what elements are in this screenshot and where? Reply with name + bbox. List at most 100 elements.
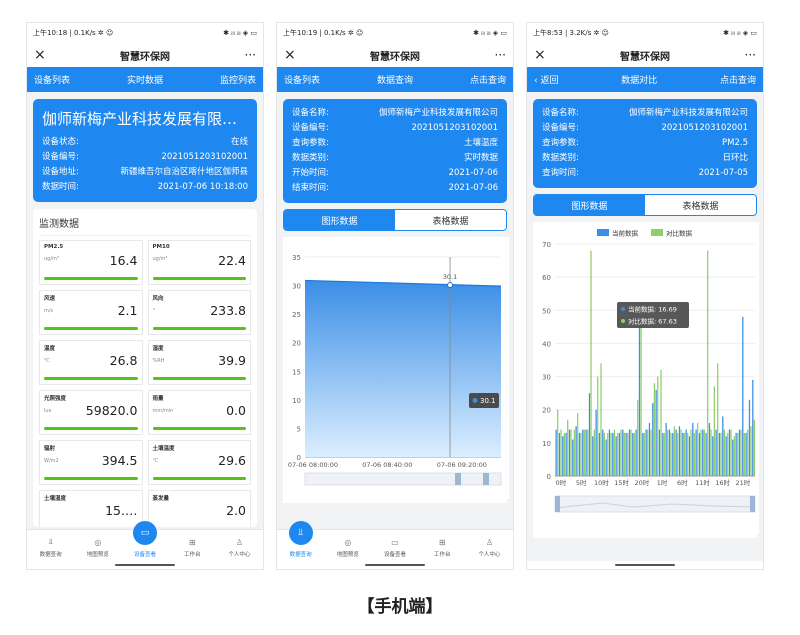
sensor-tile[interactable]: 土壤温度 ℃ 29.6: [147, 440, 251, 485]
bar-current[interactable]: [662, 432, 664, 476]
bar-current[interactable]: [695, 429, 697, 476]
bar-current[interactable]: [592, 436, 594, 476]
bar-current[interactable]: [748, 399, 751, 476]
bar-current[interactable]: [588, 393, 591, 476]
bar-compare[interactable]: [643, 432, 645, 476]
bar-compare[interactable]: [627, 432, 629, 476]
bar-current[interactable]: [735, 432, 737, 476]
click-query-link[interactable]: 点击查询: [720, 73, 756, 86]
bar-current[interactable]: [635, 429, 637, 476]
bar-compare[interactable]: [573, 429, 575, 476]
bar-compare[interactable]: [567, 419, 569, 476]
bar-compare[interactable]: [697, 422, 699, 476]
bar-current[interactable]: [648, 422, 651, 476]
bar-current[interactable]: [685, 429, 687, 476]
more-icon[interactable]: ···: [486, 48, 506, 62]
bar-current[interactable]: [612, 432, 614, 476]
bar-compare[interactable]: [677, 432, 679, 476]
sensor-tile[interactable]: PM10 ug/m³ 22.4: [147, 240, 251, 285]
sensor-tile[interactable]: 辐射 W/m2 394.5: [39, 440, 143, 485]
bar-current[interactable]: [625, 432, 627, 476]
nav-item[interactable]: ▭ 设备查看: [371, 530, 418, 561]
zoom-handle[interactable]: [750, 496, 755, 512]
bar-current[interactable]: [572, 439, 574, 476]
bar-compare[interactable]: [683, 432, 685, 476]
bar-current[interactable]: [678, 426, 681, 476]
bar-compare[interactable]: [560, 429, 562, 476]
bar-compare[interactable]: [703, 429, 705, 476]
bar-compare[interactable]: [617, 432, 619, 476]
bar-compare[interactable]: [720, 432, 722, 476]
sensor-tile[interactable]: 土壤湿度 15.…: [39, 490, 143, 527]
bar-compare[interactable]: [727, 432, 729, 476]
bar-compare[interactable]: [737, 432, 739, 476]
device-list-link[interactable]: 设备列表: [34, 73, 70, 86]
zoom-handle[interactable]: [555, 496, 560, 512]
bar-compare[interactable]: [673, 426, 675, 476]
close-icon[interactable]: ×: [284, 47, 304, 63]
data-zoom-slider[interactable]: [304, 472, 502, 486]
bar-current[interactable]: [688, 436, 691, 476]
nav-item[interactable]: ♙ 个人中心: [216, 530, 263, 561]
bar-compare[interactable]: [680, 429, 682, 476]
bar-compare[interactable]: [583, 429, 585, 476]
tab-chart-data[interactable]: 图形数据: [284, 210, 395, 230]
back-link[interactable]: ‹ 返回: [534, 73, 558, 86]
tab-table-data[interactable]: 表格数据: [645, 195, 756, 215]
bar-compare[interactable]: [713, 386, 715, 476]
bar-current[interactable]: [715, 429, 717, 476]
bar-compare[interactable]: [653, 383, 655, 476]
bar-compare[interactable]: [600, 363, 602, 476]
bar-current[interactable]: [728, 429, 731, 476]
bar-current[interactable]: [668, 429, 671, 476]
data-point[interactable]: [447, 282, 454, 288]
bar-compare[interactable]: [690, 429, 692, 476]
nav-item[interactable]: ◎ 地图预览: [324, 530, 371, 561]
bar-current[interactable]: [608, 429, 611, 476]
bar-current[interactable]: [628, 429, 631, 476]
nav-item[interactable]: ◎ 地图预览: [74, 530, 121, 561]
bar-compare[interactable]: [590, 250, 592, 476]
bar-current[interactable]: [708, 422, 711, 476]
bar-compare[interactable]: [580, 432, 582, 476]
bar-compare[interactable]: [670, 432, 672, 476]
bar-current[interactable]: [742, 316, 744, 476]
sensor-tile[interactable]: PM2.5 ug/m³ 16.4: [39, 240, 143, 285]
bar-current[interactable]: [712, 436, 714, 476]
bar-current[interactable]: [618, 432, 621, 476]
bar-compare[interactable]: [663, 432, 665, 476]
bar-current[interactable]: [582, 429, 584, 476]
bar-compare[interactable]: [710, 429, 712, 476]
bar-compare[interactable]: [747, 429, 749, 476]
bar-compare[interactable]: [743, 432, 745, 476]
bar-current[interactable]: [555, 429, 557, 476]
bar-current[interactable]: [622, 429, 624, 476]
sensor-tile[interactable]: 温度 ℃ 26.8: [39, 340, 143, 385]
bar-compare[interactable]: [740, 429, 742, 476]
bar-current[interactable]: [718, 432, 721, 476]
bar-current[interactable]: [722, 416, 724, 476]
bar-compare[interactable]: [577, 413, 579, 476]
bar-compare[interactable]: [620, 429, 622, 476]
sensor-tile[interactable]: 雨量 mm/min 0.0: [147, 390, 251, 435]
bar-compare[interactable]: [557, 409, 559, 476]
bar-compare[interactable]: [647, 429, 649, 476]
nav-item[interactable]: ⫫ 数据查询: [27, 530, 74, 561]
bar-current[interactable]: [575, 426, 577, 476]
bar-compare[interactable]: [613, 429, 615, 476]
bar-current[interactable]: [565, 432, 567, 476]
bar-current[interactable]: [642, 432, 644, 476]
bar-current[interactable]: [682, 432, 684, 476]
bar-current[interactable]: [738, 429, 741, 476]
bar-current[interactable]: [652, 403, 654, 476]
bar-compare[interactable]: [750, 426, 752, 476]
bar-compare[interactable]: [637, 399, 639, 476]
bar-current[interactable]: [562, 436, 564, 476]
bar-compare[interactable]: [753, 419, 755, 476]
bar-current[interactable]: [745, 432, 747, 476]
close-icon[interactable]: ×: [534, 47, 554, 63]
bar-compare[interactable]: [693, 432, 695, 476]
device-list-link[interactable]: 设备列表: [284, 73, 320, 86]
monitor-list-link[interactable]: 监控列表: [220, 73, 256, 86]
bar-current[interactable]: [605, 439, 607, 476]
